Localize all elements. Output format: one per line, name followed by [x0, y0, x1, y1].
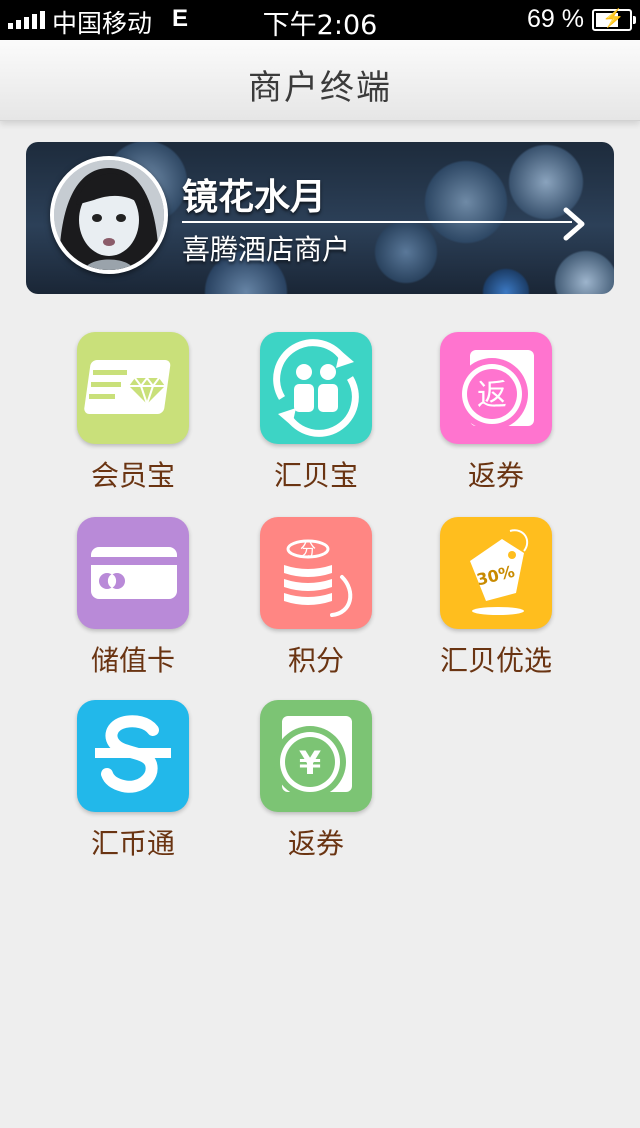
battery-icon: ⚡	[592, 8, 636, 31]
menu-item-label: 返券	[467, 459, 524, 492]
profile-card[interactable]: 镜花水月 喜腾酒店商户	[26, 142, 614, 294]
return-coupon-icon: 返	[440, 332, 552, 444]
page-title: 商户终端	[248, 68, 392, 108]
stored-card-icon	[77, 517, 189, 629]
icon-text: 分	[300, 540, 316, 559]
icon-text: 返	[477, 378, 507, 413]
divider	[182, 221, 572, 223]
coin-stack-icon: 分	[260, 517, 372, 629]
merchant-name: 镜花水月	[182, 177, 327, 218]
menu-item-selection[interactable]: 30% 汇贝优选	[386, 517, 606, 687]
people-cycle-icon	[260, 332, 372, 444]
avatar	[50, 156, 168, 274]
status-bar: 中国移动 E 下午2:06 69 % ⚡	[0, 0, 640, 41]
yen-coupon-icon: ¥	[260, 700, 372, 812]
battery-percent: 69 %	[527, 5, 584, 33]
icon-text: ¥	[299, 744, 321, 782]
menu-item-label: 汇贝优选	[439, 644, 552, 677]
price-tag-icon: 30%	[440, 517, 552, 629]
nav-bar: 商户终端	[0, 40, 640, 121]
menu-item-coupon[interactable]: 返 返券	[386, 332, 606, 502]
menu-item-yen-coupon[interactable]: ¥ 返券	[206, 700, 426, 870]
merchant-subtitle: 喜腾酒店商户	[182, 233, 351, 266]
currency-s-icon	[77, 700, 189, 812]
menu-item-label: 返券	[287, 827, 344, 860]
diamond-card-icon	[77, 332, 189, 444]
chevron-right-icon	[563, 207, 585, 241]
